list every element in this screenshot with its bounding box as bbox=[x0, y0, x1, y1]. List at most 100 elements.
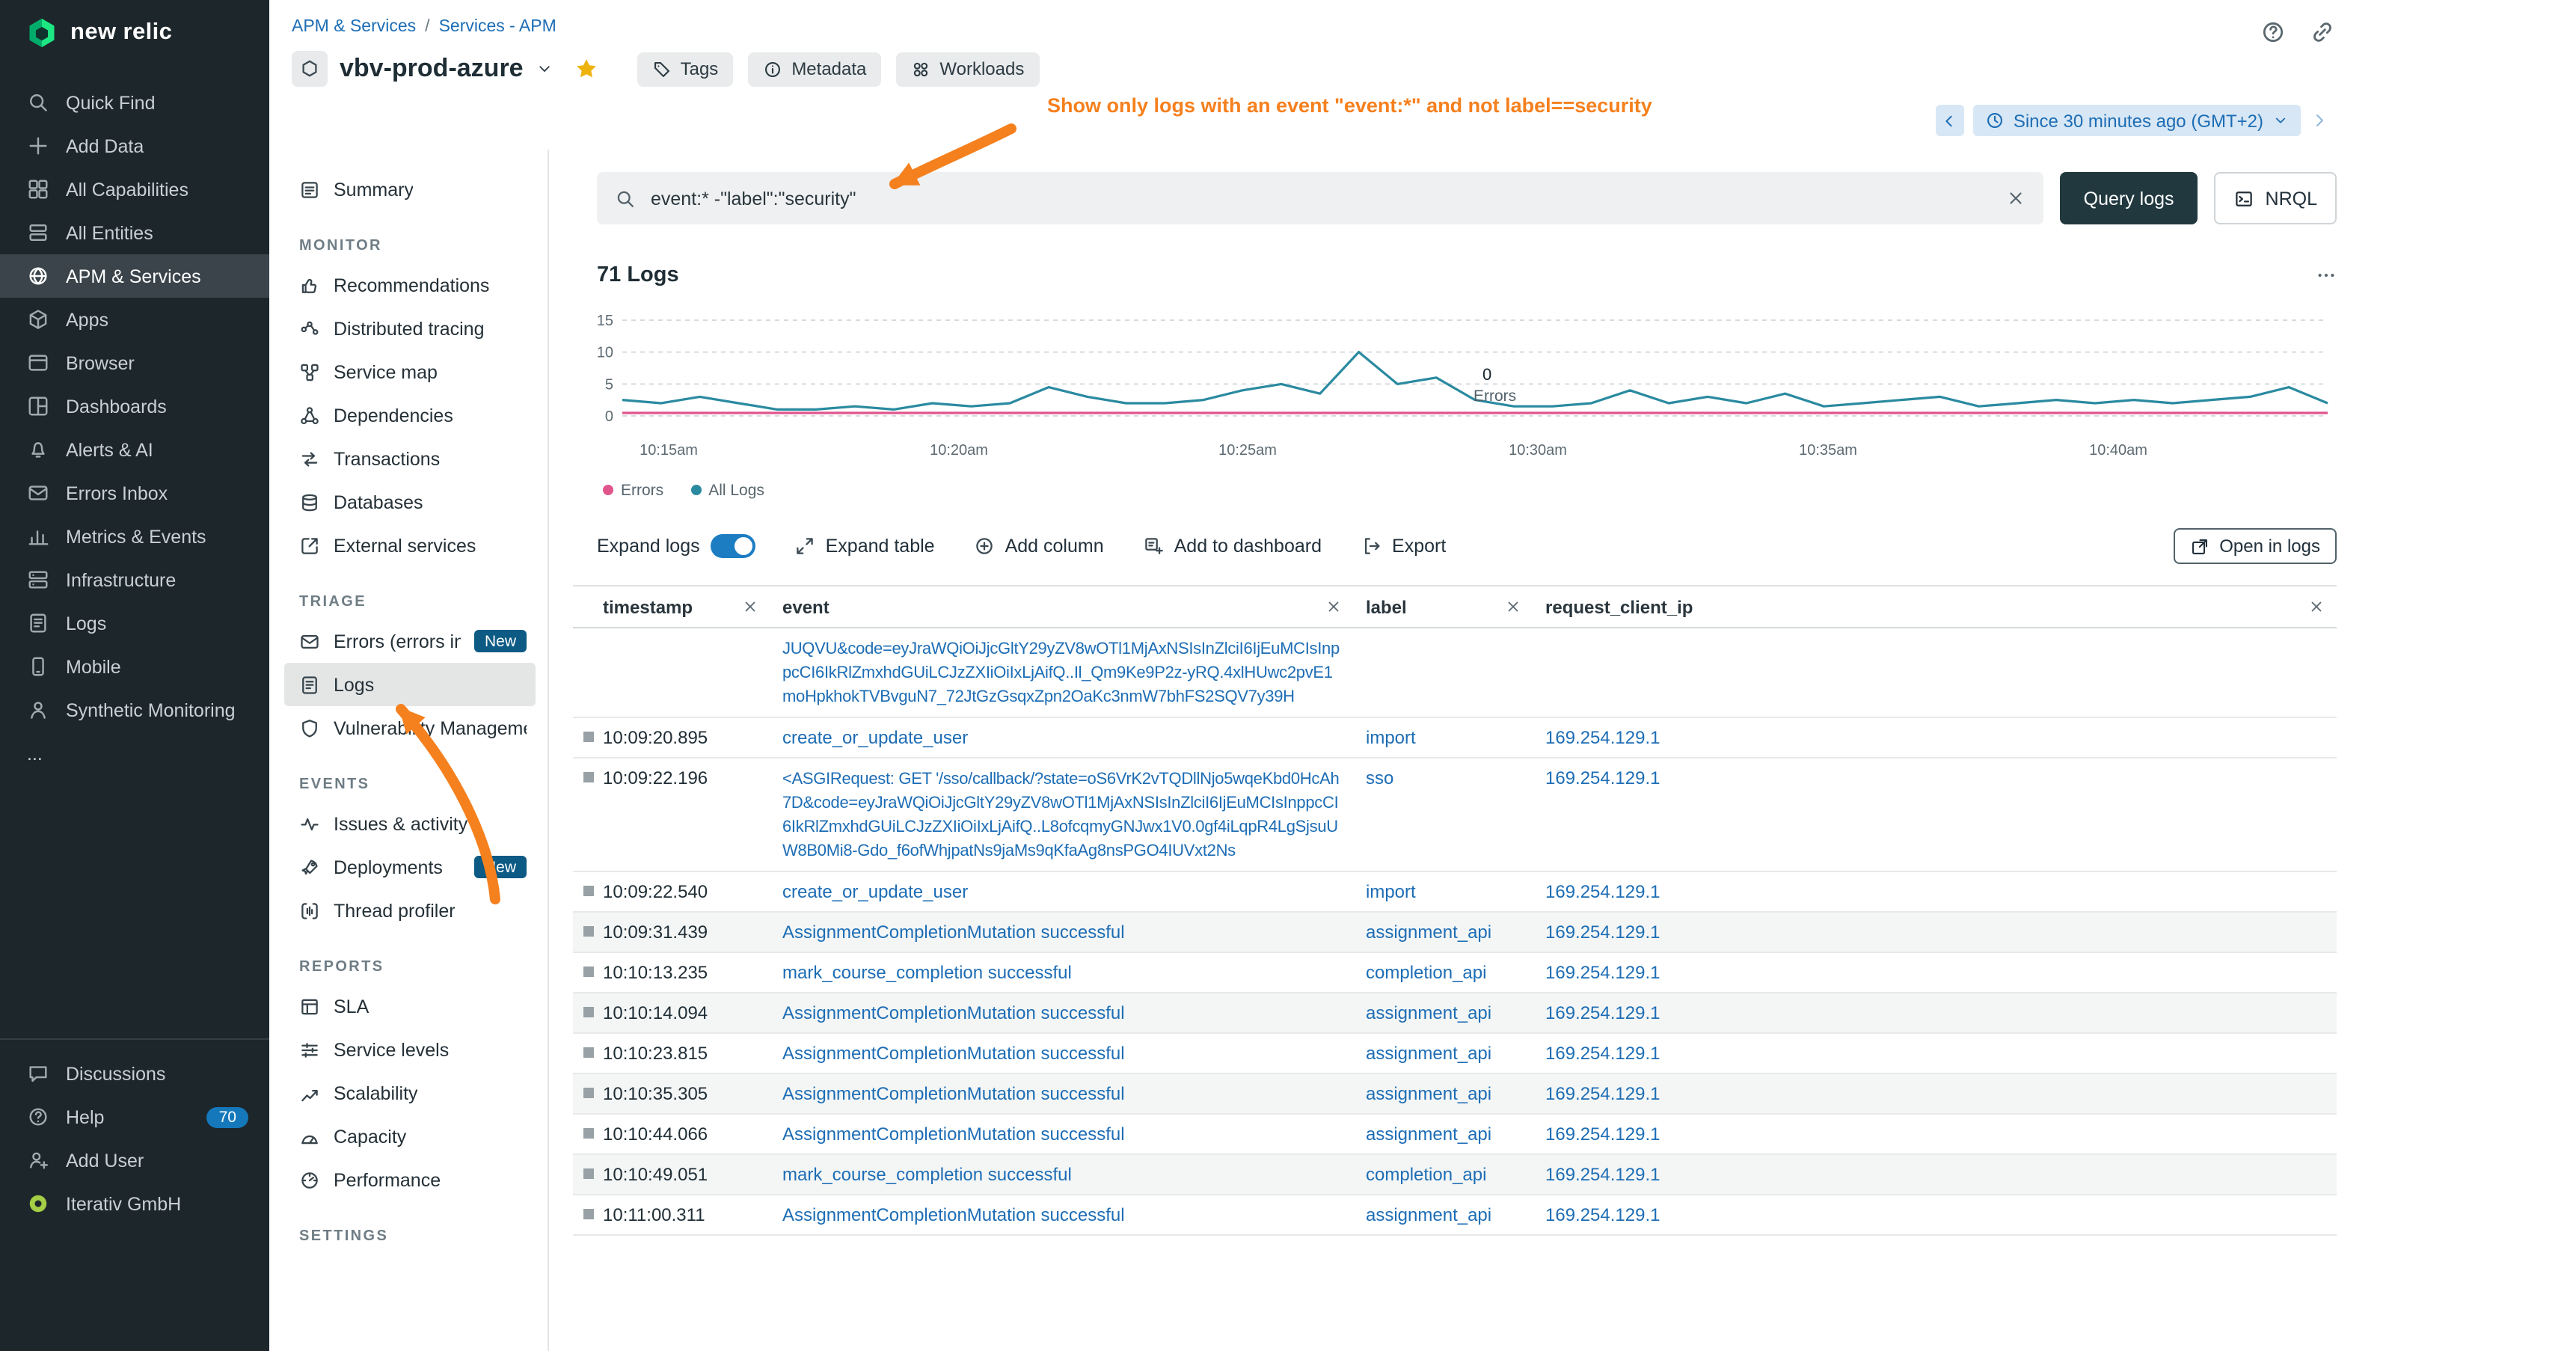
help-circle-icon[interactable] bbox=[2260, 19, 2286, 45]
remove-column-icon[interactable] bbox=[1505, 598, 1521, 615]
ip-link[interactable]: 169.254.129.1 bbox=[1545, 1083, 1660, 1104]
more-options-icon[interactable] bbox=[2316, 265, 2337, 286]
add-column-button[interactable]: Add column bbox=[974, 536, 1104, 557]
sidebar-item-all-entities[interactable]: All Entities bbox=[0, 211, 269, 254]
subnav-item-databases[interactable]: Databases bbox=[284, 480, 536, 524]
row-marker-icon[interactable] bbox=[583, 1047, 594, 1058]
log-row[interactable]: 10:09:22.540create_or_update_userimport1… bbox=[573, 872, 2337, 913]
event-link[interactable]: <ASGIRequest: GET '/sso/callback/?state=… bbox=[782, 771, 1339, 860]
subnav-item-vulnerability-management[interactable]: Vulnerability Management bbox=[284, 706, 536, 750]
logs-chart[interactable]: 05101510:15am10:20am10:25am10:30am10:35a… bbox=[597, 305, 2337, 467]
event-link[interactable]: AssignmentCompletionMutation successful bbox=[782, 1083, 1125, 1104]
sidebar-item-logs[interactable]: Logs bbox=[0, 601, 269, 645]
event-link[interactable]: AssignmentCompletionMutation successful bbox=[782, 1002, 1125, 1023]
log-row[interactable]: 10:10:35.305AssignmentCompletionMutation… bbox=[573, 1074, 2337, 1115]
event-link[interactable]: AssignmentCompletionMutation successful bbox=[782, 1043, 1125, 1064]
row-marker-icon[interactable] bbox=[583, 772, 594, 782]
ip-link[interactable]: 169.254.129.1 bbox=[1545, 1204, 1660, 1225]
ip-link[interactable]: 169.254.129.1 bbox=[1545, 1043, 1660, 1064]
sidebar-item-add-data[interactable]: Add Data bbox=[0, 124, 269, 168]
label-link[interactable]: import bbox=[1366, 881, 1416, 902]
tags-button[interactable]: Tags bbox=[637, 52, 734, 86]
log-row[interactable]: 10:10:44.066AssignmentCompletionMutation… bbox=[573, 1115, 2337, 1155]
label-link[interactable]: assignment_api bbox=[1366, 1124, 1491, 1145]
ip-link[interactable]: 169.254.129.1 bbox=[1545, 727, 1660, 748]
event-link[interactable]: create_or_update_user bbox=[782, 727, 968, 748]
sidebar-item-apps[interactable]: Apps bbox=[0, 298, 269, 341]
log-row[interactable]: JUQVU&code=eyJraWQiOiJjcGltY29yZV8wOTl1M… bbox=[573, 628, 2337, 718]
clear-query-icon[interactable] bbox=[2006, 189, 2025, 208]
entity-chevron-down-icon[interactable] bbox=[536, 60, 553, 78]
row-marker-icon[interactable] bbox=[583, 1088, 594, 1098]
row-marker-icon[interactable] bbox=[583, 1007, 594, 1017]
subnav-item-capacity[interactable]: Capacity bbox=[284, 1115, 536, 1158]
log-row[interactable]: 10:11:00.311AssignmentCompletionMutation… bbox=[573, 1195, 2337, 1236]
ip-link[interactable]: 169.254.129.1 bbox=[1545, 1002, 1660, 1023]
log-row[interactable]: 10:10:13.235mark_course_completion succe… bbox=[573, 953, 2337, 993]
subnav-item-transactions[interactable]: Transactions bbox=[284, 437, 536, 480]
sidebar-item-mobile[interactable]: Mobile bbox=[0, 645, 269, 688]
ip-link[interactable]: 169.254.129.1 bbox=[1545, 768, 1660, 788]
label-link[interactable]: assignment_api bbox=[1366, 1002, 1491, 1023]
favorite-star-icon[interactable] bbox=[574, 57, 598, 81]
subnav-item-deployments[interactable]: DeploymentsNew bbox=[284, 845, 536, 889]
expand-logs-toggle[interactable]: Expand logs bbox=[597, 534, 755, 558]
event-link[interactable]: AssignmentCompletionMutation successful bbox=[782, 922, 1125, 943]
subnav-item-summary[interactable]: Summary bbox=[284, 168, 536, 211]
sidebar-item-discussions[interactable]: Discussions bbox=[0, 1052, 269, 1095]
entity-name[interactable]: vbv-prod-azure bbox=[340, 54, 524, 84]
label-link[interactable]: assignment_api bbox=[1366, 1204, 1491, 1225]
open-in-logs-button[interactable]: Open in logs bbox=[2173, 528, 2337, 564]
sidebar-item-quick-find[interactable]: Quick Find bbox=[0, 81, 269, 124]
subnav-item-distributed-tracing[interactable]: Distributed tracing bbox=[284, 307, 536, 350]
label-link[interactable]: assignment_api bbox=[1366, 1043, 1491, 1064]
row-marker-icon[interactable] bbox=[583, 732, 594, 742]
sidebar-item-add-user[interactable]: Add User bbox=[0, 1139, 269, 1182]
nrql-button[interactable]: NRQL bbox=[2215, 172, 2337, 224]
sidebar-item-apm-services[interactable]: APM & Services bbox=[0, 254, 269, 298]
event-link[interactable]: mark_course_completion successful bbox=[782, 962, 1072, 983]
log-row[interactable]: 10:09:31.439AssignmentCompletionMutation… bbox=[573, 913, 2337, 953]
subnav-item-recommendations[interactable]: Recommendations bbox=[284, 263, 536, 307]
log-row[interactable]: 10:10:49.051mark_course_completion succe… bbox=[573, 1155, 2337, 1195]
subnav-item-service-levels[interactable]: Service levels bbox=[284, 1028, 536, 1071]
column-header-label[interactable]: label bbox=[1354, 596, 1533, 617]
row-marker-icon[interactable] bbox=[583, 966, 594, 977]
log-row[interactable]: 10:10:23.815AssignmentCompletionMutation… bbox=[573, 1034, 2337, 1074]
sidebar-item-infrastructure[interactable]: Infrastructure bbox=[0, 558, 269, 601]
time-next-chevron-icon[interactable] bbox=[2310, 111, 2329, 130]
event-link[interactable]: AssignmentCompletionMutation successful bbox=[782, 1124, 1125, 1145]
log-row[interactable]: 10:09:20.895create_or_update_userimport1… bbox=[573, 718, 2337, 759]
subnav-item-errors-errors-inb[interactable]: Errors (errors inb...New bbox=[284, 619, 536, 663]
sidebar-item-synthetic-monitoring[interactable]: Synthetic Monitoring bbox=[0, 688, 269, 732]
row-marker-icon[interactable] bbox=[583, 1128, 594, 1139]
breadcrumb-services-apm[interactable]: Services - APM bbox=[439, 18, 556, 36]
label-link[interactable]: completion_api bbox=[1366, 1164, 1486, 1185]
sidebar-item-dashboards[interactable]: Dashboards bbox=[0, 385, 269, 428]
sidebar-item-item[interactable]: ... bbox=[0, 732, 269, 775]
breadcrumb-apm-services[interactable]: APM & Services bbox=[292, 18, 416, 36]
subnav-item-sla[interactable]: SLA bbox=[284, 984, 536, 1028]
label-link[interactable]: sso bbox=[1366, 768, 1393, 788]
label-link[interactable]: assignment_api bbox=[1366, 1083, 1491, 1104]
subnav-item-logs[interactable]: Logs bbox=[284, 663, 536, 706]
permalink-icon[interactable] bbox=[2310, 19, 2335, 45]
subnav-item-thread-profiler[interactable]: Thread profiler bbox=[284, 889, 536, 932]
subnav-item-performance[interactable]: Performance bbox=[284, 1158, 536, 1201]
time-prev-button[interactable] bbox=[1936, 105, 1964, 136]
remove-column-icon[interactable] bbox=[1325, 598, 1342, 615]
event-link[interactable]: create_or_update_user bbox=[782, 881, 968, 902]
label-link[interactable]: assignment_api bbox=[1366, 922, 1491, 943]
subnav-item-service-map[interactable]: Service map bbox=[284, 350, 536, 393]
log-row[interactable]: 10:10:14.094AssignmentCompletionMutation… bbox=[573, 993, 2337, 1034]
sidebar-item-browser[interactable]: Browser bbox=[0, 341, 269, 385]
legend-errors[interactable]: Errors bbox=[603, 481, 663, 499]
logs-query-input[interactable]: event:* -"label":"security" bbox=[597, 172, 2043, 224]
new-relic-logo[interactable]: new relic bbox=[0, 0, 269, 63]
ip-link[interactable]: 169.254.129.1 bbox=[1545, 1164, 1660, 1185]
event-link[interactable]: AssignmentCompletionMutation successful bbox=[782, 1204, 1125, 1225]
add-to-dashboard-button[interactable]: Add to dashboard bbox=[1143, 536, 1322, 557]
remove-column-icon[interactable] bbox=[2308, 598, 2325, 615]
export-button[interactable]: Export bbox=[1361, 536, 1446, 557]
ip-link[interactable]: 169.254.129.1 bbox=[1545, 1124, 1660, 1145]
